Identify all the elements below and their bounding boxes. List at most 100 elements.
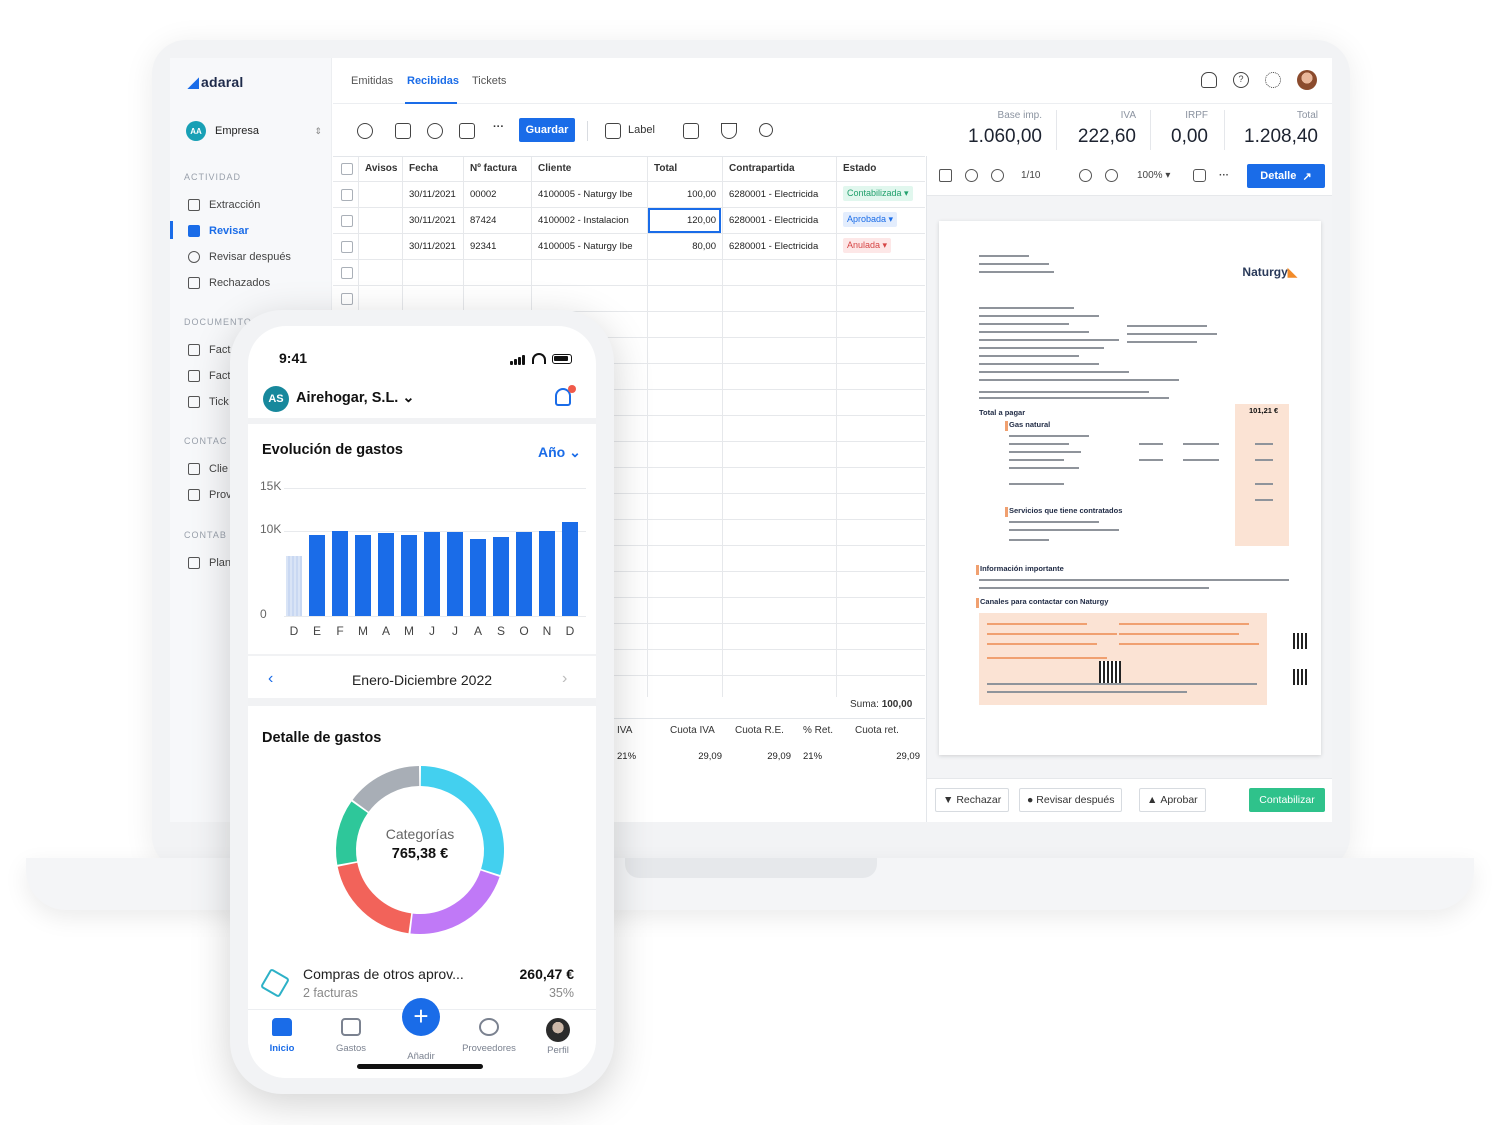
- cell-factura[interactable]: 87424: [470, 215, 496, 226]
- row-checkbox[interactable]: [341, 293, 353, 305]
- donut-slice[interactable]: [337, 862, 412, 934]
- tab-tickets[interactable]: Tickets: [472, 75, 506, 87]
- header-total[interactable]: Total: [654, 163, 677, 174]
- approve-button[interactable]: ▲ Aprobar: [1139, 788, 1206, 812]
- tab-recibidas[interactable]: Recibidas: [407, 75, 459, 87]
- cell-cuota-iva[interactable]: 29,09: [670, 751, 722, 762]
- sidebar-item-proveedores[interactable]: Prov: [188, 487, 232, 503]
- bar[interactable]: [424, 532, 440, 616]
- bar[interactable]: [378, 533, 394, 616]
- header-avisos[interactable]: Avisos: [365, 163, 397, 174]
- cell-total[interactable]: 100,00: [654, 189, 716, 200]
- cell-contrapartida[interactable]: 6280001 - Electricida: [729, 215, 835, 226]
- tab-emitidas[interactable]: Emitidas: [351, 75, 393, 87]
- bar[interactable]: [309, 534, 325, 616]
- bell-icon[interactable]: [1201, 72, 1217, 88]
- arrow-up-icon[interactable]: [965, 169, 978, 182]
- select-all-checkbox[interactable]: [341, 163, 353, 175]
- zoom-in-icon[interactable]: [1105, 169, 1118, 182]
- filter-icon[interactable]: [721, 123, 737, 139]
- gear-icon[interactable]: [1265, 72, 1281, 88]
- label-filter[interactable]: Label: [628, 124, 655, 136]
- cell-cuota-re[interactable]: 29,09: [735, 751, 791, 762]
- cell-fecha[interactable]: 30/11/2021: [409, 215, 456, 226]
- chevron-right-icon[interactable]: ›: [562, 670, 567, 688]
- sidebar-item-facturas-1[interactable]: Fact: [188, 342, 230, 358]
- cell-cliente[interactable]: 4100005 - Naturgy Ibe: [538, 189, 646, 200]
- cell-cuota-ret[interactable]: 29,09: [855, 751, 920, 762]
- donut-slice[interactable]: [410, 870, 500, 934]
- row-checkbox[interactable]: [341, 215, 353, 227]
- save-button[interactable]: Guardar: [519, 118, 575, 142]
- company-switcher[interactable]: AA Empresa ⇕: [186, 120, 322, 142]
- check-circle-icon[interactable]: [357, 123, 373, 139]
- invoice-document[interactable]: Naturgy◣ Total a pagar 101,21 € Gas natu…: [939, 221, 1321, 755]
- cell-contrapartida[interactable]: 6280001 - Electricida: [729, 241, 835, 252]
- user-avatar[interactable]: [1297, 70, 1317, 90]
- bar[interactable]: [286, 556, 302, 616]
- header-fecha[interactable]: Fecha: [409, 163, 438, 174]
- sidebar-item-revisar[interactable]: Revisar: [188, 223, 249, 239]
- cell-fecha[interactable]: 30/11/2021: [409, 241, 456, 252]
- cell-cliente[interactable]: 4100005 - Naturgy Ibe: [538, 241, 646, 252]
- category-name[interactable]: Compras de otros aprov...: [303, 966, 464, 982]
- bar[interactable]: [355, 534, 371, 616]
- nav-anadir[interactable]: Añadir: [391, 1044, 451, 1062]
- nav-inicio[interactable]: Inicio: [252, 1018, 312, 1054]
- cell-iva[interactable]: 21%: [617, 751, 636, 762]
- status-badge[interactable]: Anulada ▾: [843, 238, 892, 253]
- sidebar-item-revisar-despues[interactable]: Revisar después: [188, 249, 291, 265]
- more-options-icon[interactable]: ···: [1219, 170, 1229, 181]
- more-options-icon[interactable]: ···: [493, 121, 504, 133]
- bar[interactable]: [332, 530, 348, 616]
- nav-gastos[interactable]: Gastos: [321, 1018, 381, 1054]
- header-factura[interactable]: Nº factura: [470, 163, 517, 174]
- cell-ret[interactable]: 21%: [803, 751, 822, 762]
- row-checkbox[interactable]: [341, 267, 353, 279]
- cell-total[interactable]: 80,00: [654, 241, 716, 252]
- clock-icon[interactable]: [427, 123, 443, 139]
- zoom-select[interactable]: 100% ▾: [1137, 170, 1170, 181]
- sidebar-item-rechazados[interactable]: Rechazados: [188, 275, 270, 291]
- panel-toggle-icon[interactable]: [939, 169, 952, 182]
- row-checkbox[interactable]: [341, 241, 353, 253]
- sidebar-item-tickets[interactable]: Tick: [188, 394, 229, 410]
- detail-button[interactable]: Detalle ↗: [1247, 164, 1325, 188]
- calendar-icon[interactable]: [605, 123, 621, 139]
- add-button[interactable]: +: [402, 998, 440, 1036]
- bar[interactable]: [539, 530, 555, 616]
- arrow-down-icon[interactable]: [991, 169, 1004, 182]
- bar[interactable]: [562, 522, 578, 616]
- sidebar-item-plan[interactable]: Plan: [188, 555, 231, 571]
- header-contrapartida[interactable]: Contrapartida: [729, 163, 795, 174]
- post-button[interactable]: Contabilizar: [1249, 788, 1325, 812]
- cell-total[interactable]: 120,00: [654, 215, 716, 226]
- sidebar-item-facturas-2[interactable]: Fact: [188, 368, 230, 384]
- thumbs-up-icon[interactable]: [459, 123, 475, 139]
- fit-page-icon[interactable]: [1193, 169, 1206, 182]
- header-estado[interactable]: Estado: [843, 163, 876, 174]
- thumbs-down-icon[interactable]: [395, 123, 411, 139]
- nav-proveedores[interactable]: Proveedores: [459, 1018, 519, 1054]
- bar[interactable]: [447, 532, 463, 616]
- search-icon[interactable]: [759, 123, 773, 137]
- cell-contrapartida[interactable]: 6280001 - Electricida: [729, 189, 835, 200]
- status-badge[interactable]: Contabilizada ▾: [843, 186, 913, 201]
- cell-cliente[interactable]: 4100002 - Instalacion: [538, 215, 646, 226]
- cell-factura[interactable]: 92341: [470, 241, 496, 252]
- bar[interactable]: [470, 539, 486, 616]
- header-cliente[interactable]: Cliente: [538, 163, 571, 174]
- bar[interactable]: [493, 537, 509, 616]
- help-icon[interactable]: ?: [1233, 72, 1249, 88]
- donut-slice[interactable]: [352, 766, 420, 813]
- sidebar-item-extraccion[interactable]: Extracción: [188, 197, 260, 213]
- app-logo[interactable]: ◢ adaral: [188, 74, 243, 91]
- columns-icon[interactable]: [683, 123, 699, 139]
- reject-button[interactable]: ▼ Rechazar: [935, 788, 1010, 812]
- status-badge[interactable]: Aprobada ▾: [843, 212, 898, 227]
- review-later-button[interactable]: ● Revisar después: [1019, 788, 1123, 812]
- sidebar-item-clientes[interactable]: Clie: [188, 461, 228, 477]
- cell-factura[interactable]: 00002: [470, 189, 496, 200]
- nav-perfil[interactable]: Perfil: [528, 1018, 588, 1056]
- bar[interactable]: [516, 531, 532, 616]
